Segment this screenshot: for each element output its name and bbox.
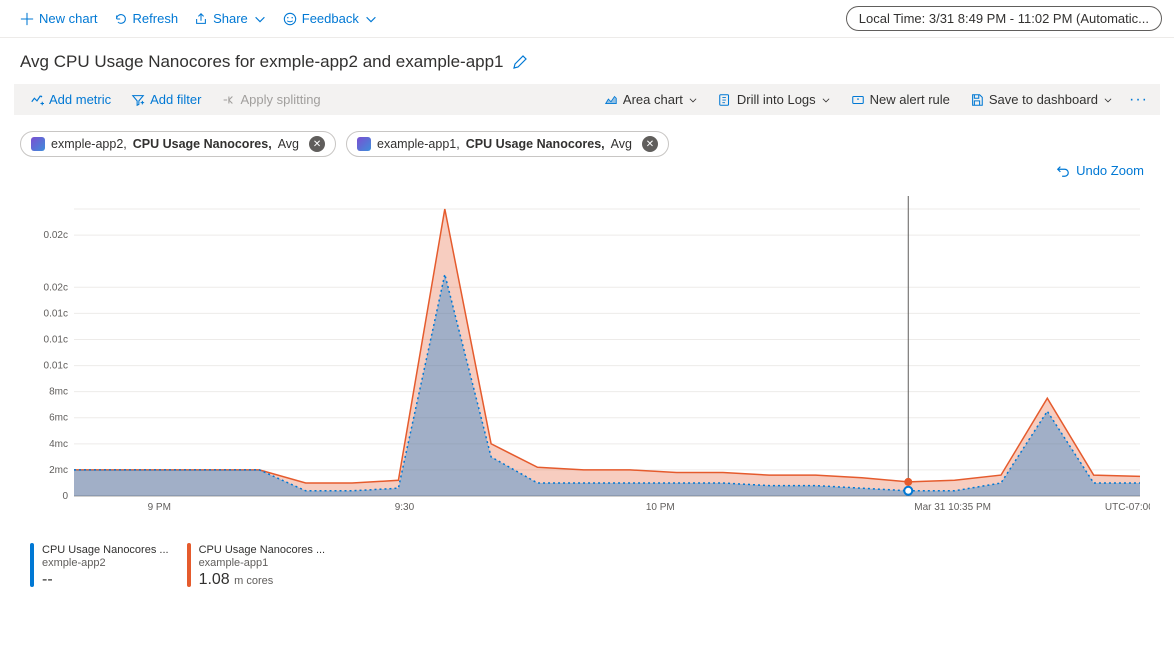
metric-pill[interactable]: example-app1, CPU Usage Nanocores, Avg ✕	[346, 131, 669, 157]
pill-metric: CPU Usage Nanocores,	[133, 137, 272, 151]
svg-text:9 PM: 9 PM	[148, 502, 171, 513]
refresh-icon	[114, 12, 128, 26]
new-chart-button[interactable]: New chart	[12, 7, 106, 30]
legend-color-bar	[30, 543, 34, 587]
svg-text:0: 0	[62, 491, 68, 502]
chevron-down-icon	[688, 95, 698, 105]
chart-type-label: Area chart	[623, 92, 683, 107]
pill-metric: CPU Usage Nanocores,	[466, 137, 605, 151]
more-actions-button[interactable]: ···	[1123, 91, 1154, 109]
drill-logs-button[interactable]: Drill into Logs	[708, 88, 841, 111]
chevron-down-icon	[253, 12, 267, 26]
add-filter-label: Add filter	[150, 92, 201, 107]
top-toolbar: New chart Refresh Share Feedback Local T…	[0, 0, 1174, 38]
add-metric-label: Add metric	[49, 92, 111, 107]
svg-text:Mar 31 10:35 PM: Mar 31 10:35 PM	[914, 502, 991, 513]
chart-type-selector[interactable]: Area chart	[594, 88, 708, 111]
splitting-icon	[221, 93, 235, 107]
svg-text:0.02c: 0.02c	[44, 230, 68, 241]
svg-text:4mc: 4mc	[49, 439, 68, 450]
metric-toolbar: Add metric Add filter Apply splitting Ar…	[14, 84, 1160, 115]
chart-svg[interactable]: 0 2mc 4mc 6mc 8mc 0.01c 0.01c 0.01c 0.02c 0.02c 9 …	[24, 186, 1150, 526]
feedback-icon	[283, 12, 297, 26]
svg-text:0.01c: 0.01c	[44, 361, 68, 372]
add-metric-icon	[30, 93, 44, 107]
chart-title: Avg CPU Usage Nanocores for exmple-app2 …	[20, 52, 504, 72]
refresh-label: Refresh	[133, 11, 179, 26]
chevron-down-icon	[1103, 95, 1113, 105]
svg-text:2mc: 2mc	[49, 465, 68, 476]
undo-zoom-label: Undo Zoom	[1076, 163, 1144, 178]
pill-agg: Avg	[611, 137, 632, 151]
svg-text:10 PM: 10 PM	[646, 502, 675, 513]
legend-value: 1.08 m cores	[199, 571, 326, 589]
resource-icon	[31, 137, 45, 151]
apply-splitting-label: Apply splitting	[240, 92, 320, 107]
legend-value: --	[42, 571, 169, 589]
new-chart-label: New chart	[39, 11, 98, 26]
logs-icon	[718, 93, 732, 107]
chart-title-row: Avg CPU Usage Nanocores for exmple-app2 …	[0, 38, 1174, 78]
apply-splitting-button: Apply splitting	[211, 88, 330, 111]
save-dashboard-label: Save to dashboard	[989, 92, 1098, 107]
time-range-selector[interactable]: Local Time: 3/31 8:49 PM - 11:02 PM (Aut…	[846, 6, 1162, 31]
legend-item[interactable]: CPU Usage Nanocores ...exmple-app2 --	[30, 543, 169, 589]
filter-icon	[131, 93, 145, 107]
undo-zoom-row: Undo Zoom	[0, 161, 1174, 180]
pill-resource: exmple-app2,	[51, 137, 127, 151]
legend-item[interactable]: CPU Usage Nanocores ...example-app1 1.08 …	[187, 543, 326, 589]
svg-text:0.01c: 0.01c	[44, 334, 68, 345]
metric-pill[interactable]: exmple-app2, CPU Usage Nanocores, Avg ✕	[20, 131, 336, 157]
share-icon	[194, 12, 208, 26]
new-alert-label: New alert rule	[870, 92, 950, 107]
legend-color-bar	[187, 543, 191, 587]
metric-pills: exmple-app2,CPU Usage Nanocores,Avg✕exam…	[0, 121, 1174, 161]
chevron-down-icon	[364, 12, 378, 26]
save-dashboard-button[interactable]: Save to dashboard	[960, 88, 1123, 111]
chart-area[interactable]: 0 2mc 4mc 6mc 8mc 0.01c 0.01c 0.01c 0.02c 0.02c 9 …	[24, 186, 1150, 531]
legend-resource: example-app1	[199, 557, 326, 569]
svg-text:8mc: 8mc	[49, 387, 68, 398]
pill-agg: Avg	[278, 137, 299, 151]
alert-icon	[851, 93, 865, 107]
share-label: Share	[213, 11, 248, 26]
resource-icon	[357, 137, 371, 151]
remove-pill-button[interactable]: ✕	[309, 136, 325, 152]
remove-pill-button[interactable]: ✕	[642, 136, 658, 152]
legend-metric-name: CPU Usage Nanocores ...	[42, 543, 169, 557]
legend-resource: exmple-app2	[42, 557, 169, 569]
new-alert-button[interactable]: New alert rule	[841, 88, 960, 111]
chevron-down-icon	[821, 95, 831, 105]
feedback-button[interactable]: Feedback	[275, 7, 386, 30]
legend-metric-name: CPU Usage Nanocores ...	[199, 543, 326, 557]
add-metric-button[interactable]: Add metric	[20, 88, 121, 111]
undo-icon	[1056, 164, 1070, 178]
undo-zoom-button[interactable]: Undo Zoom	[1056, 163, 1144, 178]
svg-text:0.01c: 0.01c	[44, 308, 68, 319]
svg-text:9:30: 9:30	[395, 502, 415, 513]
save-icon	[970, 93, 984, 107]
svg-text:6mc: 6mc	[49, 413, 68, 424]
svg-text:0.02c: 0.02c	[44, 282, 68, 293]
svg-text:UTC-07:00: UTC-07:00	[1105, 502, 1150, 513]
drill-logs-label: Drill into Logs	[737, 92, 816, 107]
edit-icon[interactable]	[512, 54, 528, 70]
feedback-label: Feedback	[302, 11, 359, 26]
add-filter-button[interactable]: Add filter	[121, 88, 211, 111]
area-chart-icon	[604, 93, 618, 107]
legend-block: CPU Usage Nanocores ...exmple-app2-- CPU…	[0, 531, 1174, 601]
refresh-button[interactable]: Refresh	[106, 7, 187, 30]
plus-icon	[20, 12, 34, 26]
pill-resource: example-app1,	[377, 137, 460, 151]
share-button[interactable]: Share	[186, 7, 275, 30]
